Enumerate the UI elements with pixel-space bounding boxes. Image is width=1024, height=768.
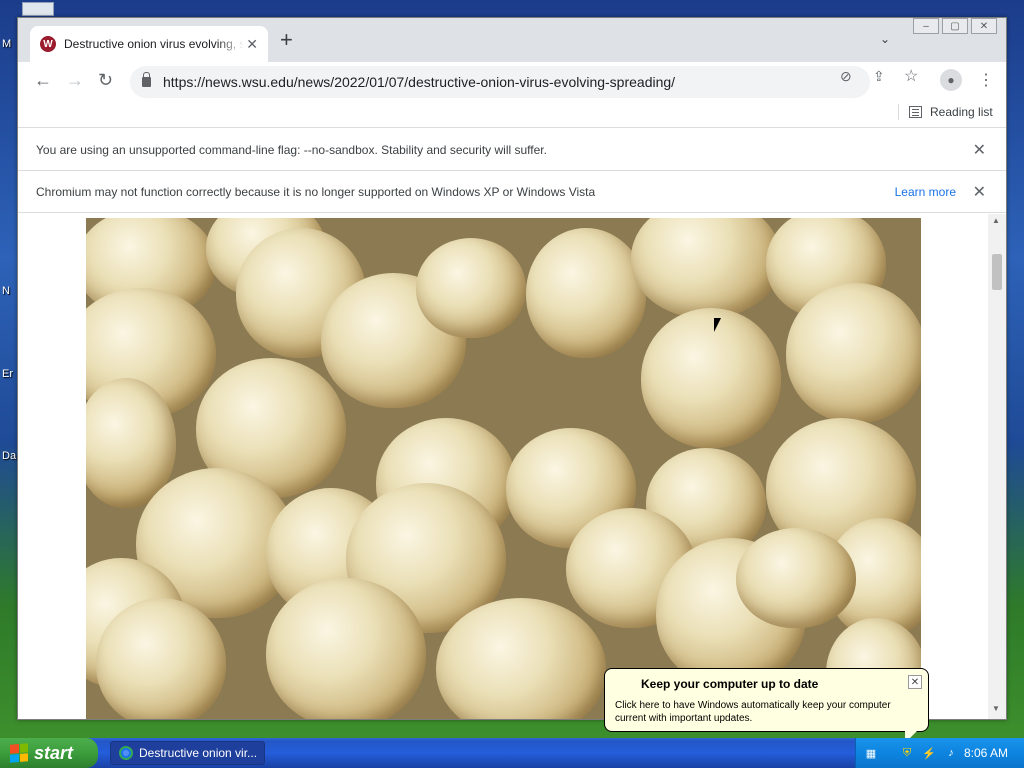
bookmark-bar: Reading list: [18, 102, 1006, 128]
network-icon[interactable]: ⚡: [922, 747, 936, 760]
page-content: [18, 214, 1006, 719]
infobar-text: You are using an unsupported command-lin…: [36, 142, 547, 157]
reload-button[interactable]: ↻: [98, 70, 113, 91]
desktop-label[interactable]: N: [2, 285, 10, 297]
balloon-close-icon[interactable]: ✕: [908, 675, 922, 689]
tab-close-icon[interactable]: ✕: [246, 36, 258, 53]
desktop-label[interactable]: M: [2, 38, 11, 50]
star-icon[interactable]: ☆: [904, 66, 918, 86]
windows-logo-icon: [10, 743, 28, 763]
infobar-text: Chromium may not function correctly beca…: [36, 184, 596, 199]
scroll-thumb[interactable]: [992, 254, 1002, 290]
learn-more-link[interactable]: Learn more: [895, 185, 956, 199]
reading-list-icon: [909, 106, 922, 118]
infobar-sandbox: You are using an unsupported command-lin…: [18, 129, 1006, 171]
tab-search-chevron-icon[interactable]: ⌄: [880, 32, 890, 46]
vertical-scrollbar[interactable]: ▲ ▼: [988, 214, 1006, 719]
scroll-down-icon[interactable]: ▼: [992, 704, 1000, 713]
keyboard-icon[interactable]: ▦: [864, 747, 878, 760]
window-controls: – ▢ ✕: [910, 18, 997, 34]
browser-window: W Destructive onion virus evolving, spre…: [17, 17, 1007, 720]
start-label: start: [34, 742, 74, 763]
profile-avatar-icon[interactable]: ●: [940, 69, 962, 91]
divider: [898, 104, 899, 120]
system-tray: ▦ ⛨ ⚡ ♪ 8:06 AM: [855, 738, 1024, 768]
minimize-button[interactable]: –: [913, 18, 939, 34]
chromium-icon: [119, 746, 133, 760]
reading-list-label: Reading list: [930, 105, 993, 119]
update-notification-balloon[interactable]: Keep your computer up to date Click here…: [604, 668, 929, 743]
wsu-favicon-icon: W: [40, 36, 56, 52]
clock[interactable]: 8:06 AM: [964, 746, 1008, 760]
new-tab-button[interactable]: +: [280, 29, 293, 51]
eye-slash-icon[interactable]: ⊘: [840, 68, 852, 85]
close-icon[interactable]: ✕: [973, 182, 986, 202]
tab-title: Destructive onion virus evolving, spread…: [64, 37, 244, 51]
tab-strip: W Destructive onion virus evolving, spre…: [18, 18, 1006, 62]
onion-photo: [86, 218, 921, 719]
start-button[interactable]: start: [0, 738, 98, 768]
close-window-button[interactable]: ✕: [971, 18, 997, 34]
balloon-title: Keep your computer up to date: [641, 677, 819, 691]
reading-list-button[interactable]: Reading list: [898, 104, 993, 120]
menu-kebab-icon[interactable]: ⋮: [978, 70, 994, 90]
taskbar: start Destructive onion vir... ▦ ⛨ ⚡ ♪ 8…: [0, 738, 1024, 768]
forward-button[interactable]: →: [66, 70, 84, 91]
scroll-up-icon[interactable]: ▲: [992, 216, 1000, 225]
sound-icon[interactable]: ♪: [944, 747, 958, 759]
mouse-cursor-icon: [714, 318, 721, 332]
back-button[interactable]: ←: [34, 70, 52, 91]
maximize-button[interactable]: ▢: [942, 18, 968, 34]
active-tab[interactable]: W Destructive onion virus evolving, spre…: [30, 26, 268, 62]
taskbar-button-label: Destructive onion vir...: [139, 746, 258, 760]
desktop-icon[interactable]: [22, 2, 54, 16]
balloon-body: Click here to have Windows automatically…: [615, 700, 891, 724]
browser-toolbar: ← → ↻ https://news.wsu.edu/news/2022/01/…: [18, 62, 1006, 102]
share-icon[interactable]: ⇪: [873, 68, 885, 85]
close-icon[interactable]: ✕: [973, 140, 986, 160]
security-shield-icon[interactable]: ⛨: [900, 747, 914, 759]
lock-icon[interactable]: [142, 72, 151, 87]
url-text[interactable]: https://news.wsu.edu/news/2022/01/07/des…: [163, 74, 675, 90]
taskbar-button-browser[interactable]: Destructive onion vir...: [110, 741, 265, 765]
desktop-label[interactable]: Da: [2, 450, 16, 462]
desktop-label[interactable]: Er: [2, 368, 13, 380]
infobar-unsupported-os: Chromium may not function correctly beca…: [18, 171, 1006, 213]
address-bar[interactable]: https://news.wsu.edu/news/2022/01/07/des…: [130, 66, 870, 98]
